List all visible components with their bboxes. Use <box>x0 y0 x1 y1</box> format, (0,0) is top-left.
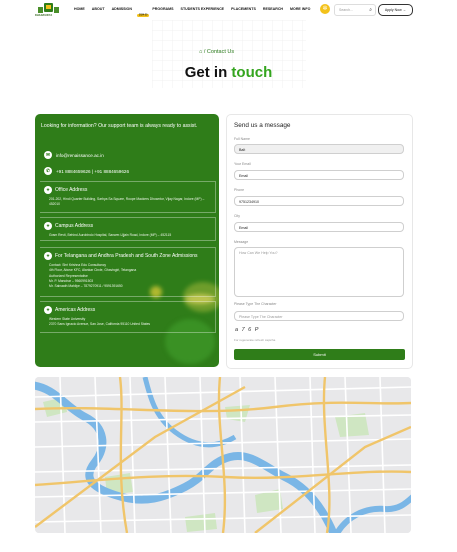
americas-line: 2370 Sans Ignacio Avenue, San Jose, Cali… <box>49 322 151 327</box>
search-placeholder: Search... <box>339 8 354 12</box>
phone-separator: | <box>91 169 94 174</box>
page-title: Get in touch <box>0 64 457 81</box>
full-name-input[interactable]: Balt <box>234 144 404 154</box>
apply-now-button[interactable]: Apply Now → <box>378 4 413 16</box>
breadcrumb: ⌂ / Contact Us <box>199 49 234 55</box>
submit-button[interactable]: Submit <box>234 349 405 360</box>
telangana-section: ⌖ For Telangana and Andhra Pradesh and S… <box>40 247 216 297</box>
phone-label: Phone <box>234 188 245 192</box>
phone-input[interactable]: 9751234910 <box>234 196 404 206</box>
location-map[interactable] <box>35 377 411 533</box>
telangana-line: Mr. Sainaath Mahilye – 7879270911 / 9591… <box>49 284 123 289</box>
breadcrumb-separator: / <box>203 49 206 55</box>
home-icon[interactable]: ⌂ <box>199 49 202 55</box>
menu-home[interactable]: HOME <box>74 7 85 11</box>
americas-title: Americas Address <box>55 307 96 313</box>
title-main: Get in <box>184 64 228 81</box>
city-label: City <box>234 214 241 218</box>
location-icon: ⌖ <box>44 186 52 194</box>
map-canvas[interactable] <box>35 377 411 533</box>
phone-icon: ✆ <box>44 167 52 175</box>
phone-link-2[interactable]: +91 8884659626 <box>94 169 129 174</box>
title-accent: touch <box>231 64 273 81</box>
menu-programs[interactable]: PROGRAMS <box>152 7 173 11</box>
email-link[interactable]: info@renaissance.ac.in <box>56 153 104 158</box>
location-icon: ⌖ <box>44 306 52 314</box>
breadcrumb-current: Contact Us <box>206 49 235 55</box>
contact-info-card: Looking for information? Our support tea… <box>35 114 219 367</box>
menu-students-experience[interactable]: STUDENTS EXPERIENCE <box>181 7 225 11</box>
email-label: Your Email <box>234 162 251 166</box>
menu-research[interactable]: RESEARCH <box>263 7 283 11</box>
location-icon: ⌖ <box>44 252 52 260</box>
captcha-label: Please Type The Character <box>234 302 277 306</box>
location-icon: ⌖ <box>44 222 52 230</box>
email-input[interactable]: Email <box>234 170 404 180</box>
captcha-refresh-text[interactable]: For regenerate refresh captcha <box>234 338 275 342</box>
menu-admission[interactable]: ADMISSION 2024-25 <box>111 7 150 17</box>
telangana-details: Contact: Shri Krishna Edu Consultancy 4t… <box>49 263 214 289</box>
captcha-image: a 7 6 P <box>235 327 260 333</box>
phone-link-1[interactable]: +91 8884659626 <box>56 169 91 174</box>
logo-text: DHANAVIDYA <box>35 14 53 17</box>
phone-row: +91 8884659626 | +91 8884659626 <box>56 169 129 174</box>
americas-section: ⌖ Americas Address Western State Univers… <box>40 301 216 333</box>
city-input[interactable]: Email <box>234 222 404 232</box>
full-name-label: Full Name <box>234 137 250 141</box>
main-menu: HOME ABOUT ADMISSION 2024-25 PROGRAMS ST… <box>74 7 310 17</box>
search-icon[interactable]: ⌕ <box>369 7 372 13</box>
message-textarea[interactable]: How Can We Help You? <box>234 247 404 297</box>
office-title: Office Address <box>55 187 88 193</box>
message-label: Message <box>234 240 249 244</box>
search-input[interactable]: Search... ⌕ <box>334 4 376 16</box>
menu-about[interactable]: ABOUT <box>92 7 105 11</box>
admission-badge: 2024-25 <box>136 13 150 17</box>
menu-placements[interactable]: PLACEMENTS <box>231 7 256 11</box>
menu-admission-label: ADMISSION <box>111 7 132 11</box>
americas-details: Western State University 2370 Sans Ignac… <box>49 317 214 328</box>
telangana-title: For Telangana and Andhra Pradesh and Sou… <box>55 253 198 259</box>
form-heading: Send us a message <box>234 122 291 129</box>
office-address-section: ⌖ Office Address 201-202, Hindi Quarter … <box>40 181 216 213</box>
office-address: 201-202, Hindi Quarter Building, Sarhya … <box>49 197 205 207</box>
email-icon: ✉ <box>44 151 52 159</box>
campus-title: Campus Address <box>55 223 94 229</box>
menu-more-info[interactable]: MORE INFO <box>290 7 310 11</box>
top-navbar: DHANAVIDYA HOME ABOUT ADMISSION 2024-25 … <box>0 0 457 20</box>
settings-icon[interactable]: ✲ <box>320 4 330 14</box>
contact-form: Send us a message Full Name Balt Your Em… <box>226 114 413 369</box>
campus-address-section: ⌖ Campus Address Gram Revti, Behind Auro… <box>40 217 216 241</box>
campus-address: Gram Revti, Behind Aurobindo Hospital, S… <box>49 233 172 237</box>
info-lead-text: Looking for information? Our support tea… <box>41 123 198 129</box>
captcha-input[interactable]: Please Type The Character <box>234 311 404 321</box>
